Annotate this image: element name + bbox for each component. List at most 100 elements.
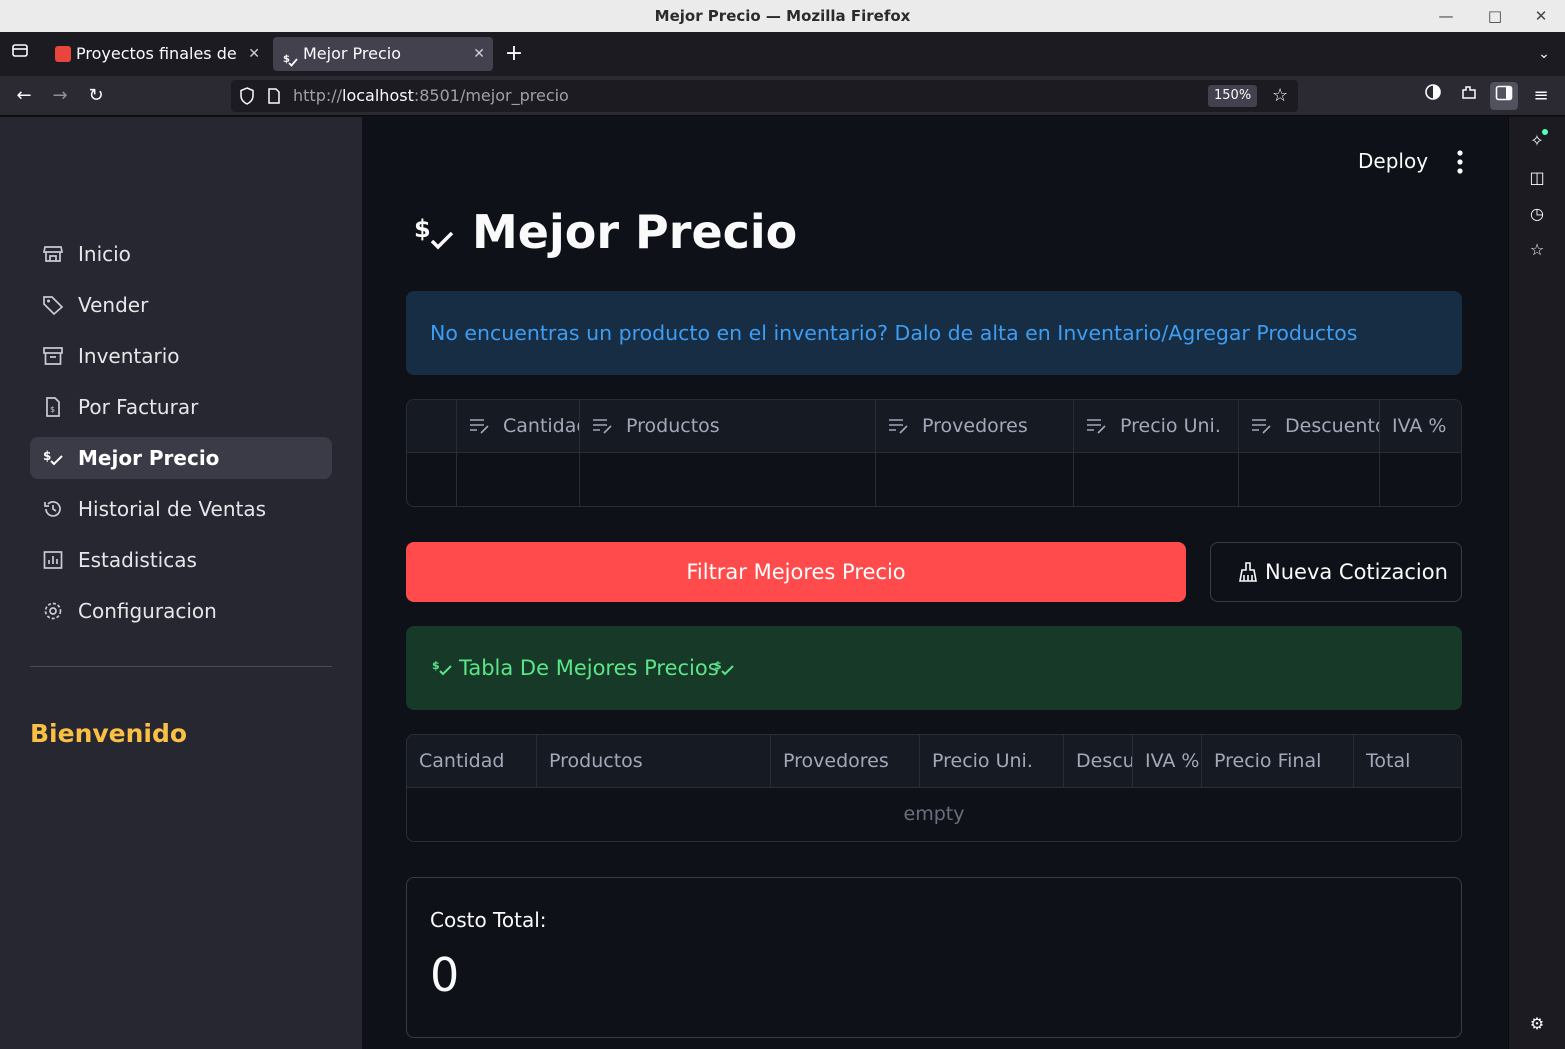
table-cell[interactable] xyxy=(1074,453,1239,506)
extensions-icon[interactable] xyxy=(1455,82,1483,110)
page-title: Mejor Precio xyxy=(472,205,798,259)
sidebar-item-label: Vender xyxy=(78,293,149,317)
table-cell[interactable] xyxy=(1380,453,1461,506)
gear-icon xyxy=(44,602,62,620)
column-header-precio-uni[interactable]: Precio Uni. xyxy=(1074,400,1239,453)
sidebar-item-mejor-precio[interactable]: $ Mejor Precio xyxy=(30,437,332,479)
shield-icon[interactable] xyxy=(239,87,255,109)
bookmark-star-icon[interactable]: ☆ xyxy=(1272,85,1288,106)
sidebar-item-por-facturar[interactable]: $ Por Facturar xyxy=(30,386,332,428)
column-header-cantidad[interactable]: Cantidad xyxy=(457,400,580,453)
tab-overview-icon[interactable] xyxy=(6,40,34,68)
hamburger-menu-icon[interactable]: ≡ xyxy=(1527,82,1555,110)
sidebar-item-inventario[interactable]: Inventario xyxy=(30,335,332,377)
sidebar-toggle-icon[interactable] xyxy=(1490,82,1518,110)
column-header-productos[interactable]: Productos xyxy=(537,735,771,788)
sidebar-item-label: Estadisticas xyxy=(78,548,197,572)
forward-icon[interactable]: → xyxy=(46,82,74,110)
table-index-header xyxy=(407,400,457,453)
minimize-icon[interactable]: — xyxy=(1428,0,1464,32)
table-cell[interactable] xyxy=(457,453,580,506)
new-tab-icon[interactable]: + xyxy=(500,40,528,68)
column-header-iva[interactable]: IVA % xyxy=(1380,400,1461,453)
column-header-cantidad[interactable]: Cantidad xyxy=(407,735,537,788)
app-sidebar: Inicio Vender Inventario $ Por Facturar … xyxy=(0,117,362,1049)
column-header-iva[interactable]: IVA % xyxy=(1133,735,1202,788)
sidebar-item-vender[interactable]: Vender xyxy=(30,284,332,326)
money-check-icon: $ xyxy=(282,46,298,67)
sidebar-divider xyxy=(30,666,332,667)
url-bar[interactable]: http://localhost:8501/mejor_precio 150% … xyxy=(231,80,1298,112)
edit-column-icon xyxy=(1252,419,1271,434)
metric-value: 0 xyxy=(430,948,460,1002)
kebab-menu-icon[interactable] xyxy=(1450,149,1470,175)
sidebar-item-label: Configuracion xyxy=(78,599,217,623)
table-cell[interactable] xyxy=(876,453,1074,506)
edit-column-icon xyxy=(470,419,489,434)
invoice-icon: $ xyxy=(46,397,60,417)
svg-text:$: $ xyxy=(432,659,440,672)
ai-sparkle-icon[interactable]: ✧ xyxy=(1525,129,1549,153)
maximize-icon[interactable]: □ xyxy=(1477,0,1513,32)
total-cost-metric: Costo Total: 0 xyxy=(406,877,1462,1038)
archive-icon xyxy=(43,347,63,365)
tab-mejor-precio[interactable]: $ Mejor Precio ✕ xyxy=(273,37,493,71)
edit-column-icon xyxy=(1087,419,1106,434)
column-header-provedores[interactable]: Provedores xyxy=(771,735,920,788)
edit-column-icon xyxy=(593,419,612,434)
column-header-provedores[interactable]: Provedores xyxy=(876,400,1074,453)
sidebar-item-label: Mejor Precio xyxy=(78,446,220,470)
sidebar-item-historial[interactable]: Historial de Ventas xyxy=(30,488,332,530)
column-header-productos[interactable]: Productos xyxy=(580,400,876,453)
info-alert-text: No encuentras un producto en el inventar… xyxy=(430,321,1358,345)
new-quote-button[interactable]: Nueva Cotizacion xyxy=(1210,542,1462,602)
success-alert-text: Tabla De Mejores Precios xyxy=(459,656,719,680)
close-tab-icon[interactable]: ✕ xyxy=(473,37,485,71)
sidebar-item-estadisticas[interactable]: Estadisticas xyxy=(30,539,332,581)
editor-table[interactable]: Cantidad Productos Provedores Precio Uni… xyxy=(406,399,1462,507)
sidebar-item-configuracion[interactable]: Configuracion xyxy=(30,590,332,632)
sidebar-item-label: Inicio xyxy=(78,242,131,266)
reload-icon[interactable]: ↻ xyxy=(82,82,110,110)
column-header-descuento[interactable]: Descuento xyxy=(1239,400,1380,453)
gmail-icon xyxy=(55,46,71,62)
info-alert: No encuentras un producto en el inventar… xyxy=(406,291,1462,375)
tab-label: Mejor Precio xyxy=(303,44,402,63)
zoom-level-badge[interactable]: 150% xyxy=(1208,85,1258,107)
column-header-precio-final[interactable]: Precio Final xyxy=(1202,735,1354,788)
column-header-precio-uni[interactable]: Precio Uni. xyxy=(920,735,1064,788)
column-header-descuento[interactable]: Descuento xyxy=(1064,735,1133,788)
list-tabs-chevron-icon[interactable]: ⌄ xyxy=(1530,40,1558,68)
synced-tabs-icon[interactable]: ◫ xyxy=(1525,166,1549,190)
success-alert: $ Tabla De Mejores Precios $ xyxy=(406,626,1462,710)
tag-icon xyxy=(43,296,64,315)
table-cell[interactable] xyxy=(1239,453,1380,506)
column-header-total[interactable]: Total xyxy=(1354,735,1461,788)
tab-strip: Proyectos finales de ✕ $ Mejor Precio ✕ … xyxy=(0,32,1565,76)
window-title: Mejor Precio — Mozilla Firefox xyxy=(654,7,911,25)
window-titlebar: Mejor Precio — Mozilla Firefox — □ ✕ xyxy=(0,0,1565,32)
back-icon[interactable]: ← xyxy=(10,82,38,110)
close-tab-icon[interactable]: ✕ xyxy=(248,37,260,71)
history-clock-icon[interactable]: ◷ xyxy=(1525,202,1549,226)
results-table[interactable]: Cantidad Productos Provedores Precio Uni… xyxy=(406,734,1462,842)
price-check-icon: $ xyxy=(714,659,734,676)
close-window-icon[interactable]: ✕ xyxy=(1523,0,1559,32)
tab-proyectos[interactable]: Proyectos finales de ✕ xyxy=(46,37,268,71)
page-icon[interactable] xyxy=(267,88,281,108)
sidebar-item-inicio[interactable]: Inicio xyxy=(30,233,332,275)
bookmarks-star-icon[interactable]: ☆ xyxy=(1525,238,1549,262)
main-content: Deploy $ Mejor Precio No encuentras un p… xyxy=(362,117,1508,1049)
table-row-index[interactable] xyxy=(407,453,457,506)
price-check-icon: $ xyxy=(414,215,454,250)
filter-best-prices-button[interactable]: Filtrar Mejores Precio xyxy=(406,542,1186,602)
table-cell[interactable] xyxy=(580,453,876,506)
svg-text:$: $ xyxy=(43,449,51,463)
sidebar-item-label: Inventario xyxy=(78,344,180,368)
customize-gear-icon[interactable]: ⚙ xyxy=(1525,1012,1549,1036)
deploy-button[interactable]: Deploy xyxy=(1358,149,1428,173)
metric-label: Costo Total: xyxy=(430,908,547,932)
price-check-icon: $ xyxy=(432,659,452,676)
url-text[interactable]: http://localhost:8501/mejor_precio xyxy=(293,80,569,112)
firefox-account-icon[interactable] xyxy=(1419,82,1447,110)
